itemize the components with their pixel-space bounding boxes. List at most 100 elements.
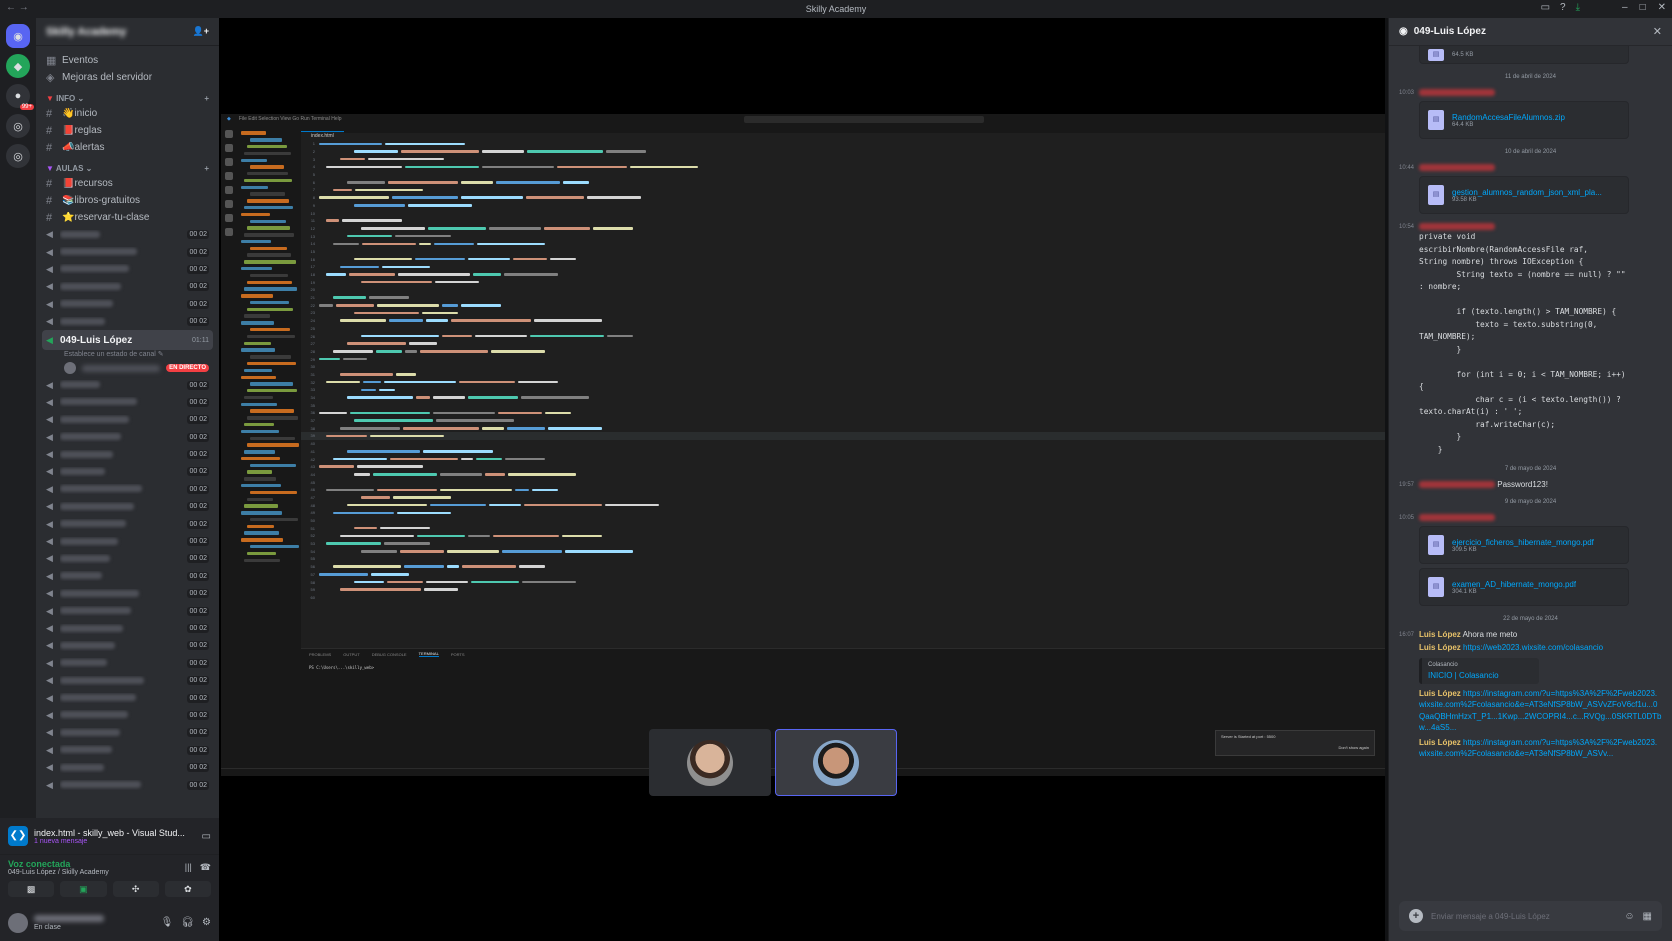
avatar[interactable] — [8, 912, 28, 933]
message-author[interactable]: Luis López — [1419, 689, 1461, 698]
voice-channel[interactable]: ◀ 00 02 — [42, 498, 213, 515]
attachment-name[interactable]: examen_AD_hibernate_mongo.pdf — [1452, 580, 1576, 589]
headphones-icon[interactable]: 🎧︎ — [181, 917, 194, 928]
voice-channel[interactable]: ◀ 00 02 — [42, 724, 213, 741]
add-channel-icon[interactable]: + — [204, 94, 209, 103]
voice-channel[interactable]: ◀ 00 02 — [42, 261, 213, 278]
add-channel-icon[interactable]: + — [204, 164, 209, 173]
minimize-button[interactable]: – — [1622, 2, 1628, 13]
screen-share-stream[interactable]: ◆ File Edit Selection View Go Run Termina… — [221, 114, 1385, 776]
voice-channel[interactable]: ◀ 00 02 — [42, 742, 213, 759]
gear-icon[interactable]: ⚙ — [202, 917, 211, 928]
attachment-card[interactable]: ▤ 64.5 KB — [1419, 46, 1629, 64]
voice-channel[interactable]: ◀ 00 02 — [42, 446, 213, 463]
message-author[interactable]: Luis López — [1419, 738, 1461, 747]
add-user-icon[interactable]: 👤+ — [193, 26, 209, 37]
attachment-name[interactable]: ejercicio_ficheros_hibernate_mongo.pdf — [1452, 538, 1594, 547]
participant-tile[interactable] — [649, 729, 771, 796]
screen-share-button[interactable]: ▣ — [60, 881, 107, 897]
disconnect-icon[interactable]: ☎ — [200, 862, 211, 873]
voice-channel[interactable]: ◀ 00 02 — [42, 515, 213, 532]
events-item[interactable]: ▦ Eventos — [42, 52, 213, 69]
voice-channel[interactable]: ◀ 00 02 — [42, 550, 213, 567]
voice-channel[interactable]: ◀ 00 02 — [42, 568, 213, 585]
voice-channel[interactable]: ◀ 00 02 — [42, 776, 213, 793]
message-composer[interactable]: + Enviar mensaje a 049-Luis López ☺ ▦ — [1399, 901, 1662, 931]
voice-channel[interactable]: ◀ 00 02 — [42, 655, 213, 672]
voice-status-title[interactable]: Voz conectada — [8, 859, 109, 869]
server-boosts-item[interactable]: ◈ Mejoras del servidor — [42, 69, 213, 86]
channel-recursos[interactable]: # 📕recursos — [42, 175, 213, 192]
embed-title[interactable]: INICIO | Colasancio — [1428, 671, 1533, 680]
voice-channel[interactable]: ◀ 00 02 — [42, 278, 213, 295]
attachment-name[interactable]: RandomAccesaFileAlumnos.zip — [1452, 113, 1565, 122]
message-author[interactable]: Luis López — [1419, 643, 1461, 652]
message-author-redacted[interactable] — [1419, 89, 1495, 97]
help-icon[interactable]: ? — [1560, 2, 1566, 13]
channel-reservar-tu-clase[interactable]: # ⭐reservar-tu-clase — [42, 209, 213, 226]
message-author-redacted[interactable] — [1419, 514, 1495, 522]
server-icon[interactable]: ◆ — [6, 54, 30, 78]
channel-inicio[interactable]: # 👋inicio — [42, 105, 213, 122]
message-link[interactable]: https://web2023.wixsite.com/colasancio — [1463, 643, 1603, 652]
voice-channel[interactable]: ◀ 00 02 — [42, 313, 213, 330]
voice-channel[interactable]: ◀ 00 02 — [42, 637, 213, 654]
inbox-icon[interactable]: ▭ — [1541, 2, 1550, 13]
voice-channel[interactable]: ◀ 00 02 — [42, 533, 213, 550]
voice-channel[interactable]: ◀ 00 02 — [42, 672, 213, 689]
attachment-card[interactable]: ▤ ejercicio_ficheros_hibernate_mongo.pdf… — [1419, 526, 1629, 564]
close-window-button[interactable]: ✕ — [1658, 2, 1666, 13]
message-author-redacted[interactable] — [1419, 481, 1495, 489]
message-author[interactable]: Luis López — [1419, 630, 1461, 639]
voice-channel[interactable]: ◀ 00 02 — [42, 707, 213, 724]
category-info[interactable]: ▼ INFO ⌄ + — [42, 86, 213, 105]
activity-panel[interactable]: ❮❯ index.html - skilly_web - Visual Stud… — [0, 818, 219, 854]
voice-member-live[interactable]: EN DIRECTO — [42, 360, 213, 376]
emoji-icon[interactable]: ☺ — [1624, 911, 1634, 922]
voice-channel[interactable]: ◀ 00 02 — [42, 689, 213, 706]
close-icon[interactable]: ✕ — [1653, 25, 1662, 38]
voice-channel[interactable]: ◀ 00 02 — [42, 376, 213, 393]
channel-libros-gratuitos[interactable]: # 📚libros-gratuitos — [42, 192, 213, 209]
message-author-redacted[interactable] — [1419, 223, 1495, 231]
voice-channel[interactable]: ◀ 00 02 — [42, 585, 213, 602]
voice-channel[interactable]: ◀ 00 02 — [42, 602, 213, 619]
message-input[interactable]: Enviar mensaje a 049-Luis López — [1431, 912, 1616, 921]
category-aulas[interactable]: ▼ AULAS ⌄ + — [42, 156, 213, 175]
channel-reglas[interactable]: # 📕reglas — [42, 122, 213, 139]
voice-channel[interactable]: ◀ 00 02 — [42, 620, 213, 637]
voice-channel[interactable]: ◀ 00 02 — [42, 759, 213, 776]
home-button[interactable]: ◉ — [6, 24, 30, 48]
download-icon[interactable]: ⤓ — [1576, 2, 1580, 13]
server-icon[interactable]: ◎ — [6, 144, 30, 168]
attachment-card[interactable]: ▤ RandomAccesaFileAlumnos.zip 64.4 KB — [1419, 101, 1629, 139]
voice-channel[interactable]: ◀ 00 02 — [42, 463, 213, 480]
guild-header[interactable]: Skilly Academy 👤+ — [36, 18, 219, 46]
microphone-icon[interactable]: 🎙︎ — [161, 917, 174, 928]
voice-channel[interactable]: ◀ 00 02 — [42, 394, 213, 411]
attachment-card[interactable]: ▤ gestion_alumnos_random_json_xml_pla...… — [1419, 176, 1629, 214]
apps-icon[interactable]: ▦ — [1643, 911, 1652, 922]
soundboard-button[interactable]: ✿ — [164, 881, 211, 897]
voice-channel[interactable]: ◀ 00 02 — [42, 296, 213, 313]
noise-suppression-icon[interactable]: ||| — [185, 862, 192, 873]
voice-channel[interactable]: ◀ 00 02 — [42, 429, 213, 446]
camera-off-button[interactable]: ▩ — [8, 881, 55, 897]
active-voice-channel[interactable]: ◀ 049-Luis López 01:11 — [42, 330, 213, 351]
channel-status-hint[interactable]: Establece un estado de canal ✎ — [42, 350, 213, 360]
voice-channel[interactable]: ◀ 00 02 — [42, 411, 213, 428]
voice-channel[interactable]: ◀ 00 02 — [42, 243, 213, 260]
activities-button[interactable]: ✣ — [112, 881, 159, 897]
add-attachment-icon[interactable]: + — [1409, 909, 1423, 923]
server-icon[interactable]: ◎ — [6, 114, 30, 138]
maximize-button[interactable]: □ — [1640, 2, 1646, 13]
screen-icon[interactable]: ▭ — [202, 831, 211, 842]
channel-alertas[interactable]: # 📣alertas — [42, 139, 213, 156]
message-author-redacted[interactable] — [1419, 164, 1495, 172]
voice-channel[interactable]: ◀ 00 02 — [42, 226, 213, 243]
server-icon[interactable]: ● 99+ — [6, 84, 34, 110]
attachment-card[interactable]: ▤ examen_AD_hibernate_mongo.pdf 304.1 KB — [1419, 568, 1629, 606]
voice-channel[interactable]: ◀ 00 02 — [42, 481, 213, 498]
attachment-name[interactable]: gestion_alumnos_random_json_xml_pla... — [1452, 188, 1602, 197]
participant-tile[interactable] — [775, 729, 897, 796]
